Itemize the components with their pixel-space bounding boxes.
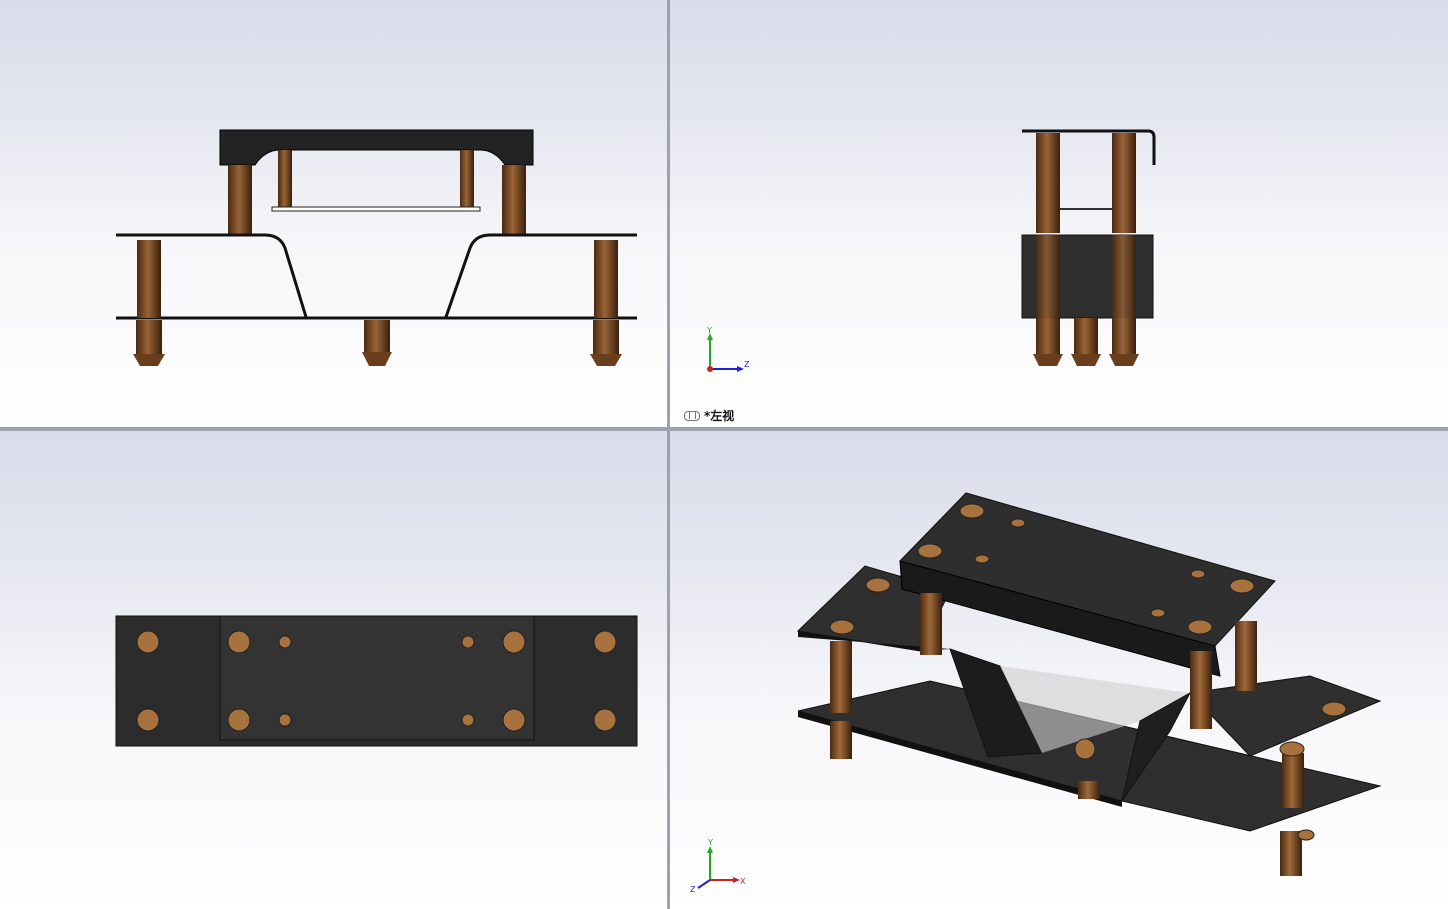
front-view-model — [116, 129, 637, 366]
left-view-model — [1021, 129, 1156, 366]
axis-triad-iso: Y X Z — [690, 838, 746, 894]
viewport-splitter-vertical[interactable] — [667, 0, 670, 909]
viewport-top[interactable] — [0, 431, 667, 909]
axis-triad: Y Z — [706, 326, 750, 372]
z-axis-label: Z — [690, 885, 696, 894]
viewport-left[interactable]: Y Z *左视 — [670, 0, 1448, 427]
inner-post — [460, 150, 474, 208]
link-icon — [684, 410, 700, 421]
viewport-isometric[interactable]: Y X Z — [670, 431, 1448, 909]
x-axis-label: X — [740, 877, 746, 886]
viewport-splitter-horizontal[interactable] — [0, 427, 1448, 431]
inner-post — [278, 150, 292, 208]
view-orientation-label: *左视 — [684, 407, 734, 424]
viewport-front[interactable] — [0, 0, 667, 427]
y-axis-label: Y — [706, 326, 712, 335]
isometric-model — [796, 492, 1382, 876]
y-axis-label: Y — [707, 838, 713, 847]
top-view-model — [115, 615, 638, 747]
z-axis-label: Z — [744, 360, 750, 369]
view-name: *左视 — [704, 409, 735, 423]
